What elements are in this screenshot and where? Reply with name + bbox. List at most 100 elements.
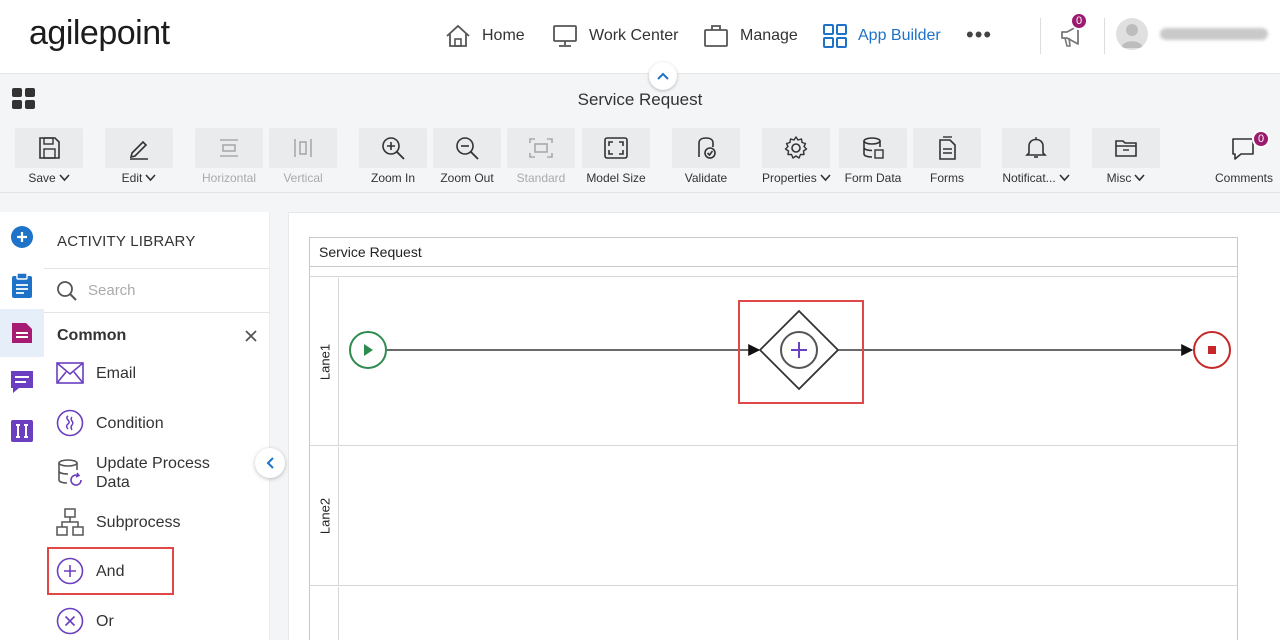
toolbar: Save Edit Horizontal Vertical Zoom In Zo… <box>0 121 1280 193</box>
nav-home-label: Home <box>482 27 525 44</box>
zoom-out-icon <box>433 128 501 168</box>
collapse-library-button[interactable] <box>255 448 285 478</box>
and-activity-highlight <box>47 547 174 595</box>
user-menu[interactable] <box>1116 18 1280 50</box>
form-data-button[interactable]: Form Data <box>839 128 907 185</box>
process-canvas[interactable]: Service Request Lane1 Lane2 <box>288 212 1280 640</box>
nav-manage-label: Manage <box>740 27 798 44</box>
zoom-in-button[interactable]: Zoom In <box>359 128 427 185</box>
agilepoint-logo[interactable]: agilepoint <box>29 14 170 53</box>
chevron-down-icon <box>59 174 70 182</box>
zoom-in-label: Zoom In <box>370 171 415 185</box>
chevron-down-icon <box>1059 174 1070 182</box>
activity-subprocess-label: Subprocess <box>96 513 181 531</box>
save-button[interactable]: Save <box>15 128 83 185</box>
notifications-button[interactable]: 0 <box>1058 12 1088 52</box>
clipboard-icon[interactable] <box>6 270 38 302</box>
lane-3[interactable] <box>310 587 1237 640</box>
stop-icon <box>1208 346 1216 354</box>
misc-button[interactable]: Misc <box>1092 128 1160 185</box>
activity-update-process-data-label: Update Process Data <box>96 455 210 491</box>
validate-button[interactable]: Validate <box>672 128 740 185</box>
group-common-header[interactable]: Common <box>57 327 126 345</box>
comments-button[interactable]: 0 Comments <box>1210 128 1278 185</box>
activity-email[interactable]: Email <box>56 359 226 387</box>
start-event[interactable] <box>349 331 387 369</box>
model-size-icon <box>582 128 650 168</box>
chevron-left-icon <box>265 456 275 470</box>
add-circle-icon[interactable] <box>6 221 38 253</box>
search-icon <box>56 280 78 302</box>
divider <box>1040 18 1041 54</box>
briefcase-icon <box>702 23 730 49</box>
library-search <box>44 269 270 313</box>
integration-icon[interactable] <box>6 415 38 447</box>
page-title: Service Request <box>577 90 703 109</box>
title-bar: Service Request <box>0 75 1280 121</box>
activity-condition-label: Condition <box>96 414 164 432</box>
app-builder-grid-icon <box>822 23 848 49</box>
zoom-in-icon <box>359 128 427 168</box>
standard-button[interactable]: Standard <box>507 128 575 185</box>
forms-label: Forms <box>930 171 964 185</box>
comments-label: Comments <box>1214 171 1273 185</box>
zoom-out-button[interactable]: Zoom Out <box>433 128 501 185</box>
user-name-blurred <box>1160 28 1268 40</box>
save-icon <box>15 128 83 168</box>
gateway-selection-highlight <box>738 300 864 404</box>
model-size-button[interactable]: Model Size <box>582 128 650 185</box>
comments-badge: 0 <box>1252 130 1270 148</box>
lane-2-header: Lane2 <box>310 447 339 585</box>
notifications-toolbar-button[interactable]: Notificat... <box>1002 128 1070 185</box>
activity-library-title: ACTIVITY LIBRARY <box>57 233 196 250</box>
activity-update-process-data[interactable]: Update Process Data <box>56 454 226 492</box>
save-label: Save <box>28 171 56 185</box>
notifications-badge: 0 <box>1070 12 1088 30</box>
forms-button[interactable]: Forms <box>913 128 981 185</box>
vertical-layout-icon <box>269 128 337 168</box>
pool[interactable]: Service Request Lane1 Lane2 <box>309 237 1238 640</box>
folder-icon <box>1092 128 1160 168</box>
chat-icon[interactable] <box>6 366 38 398</box>
notifications-label: Notificat... <box>1002 171 1056 185</box>
more-menu-icon[interactable]: ••• <box>966 22 992 48</box>
activity-subprocess[interactable]: Subprocess <box>56 508 226 536</box>
misc-label: Misc <box>1106 171 1132 185</box>
form-data-label: Form Data <box>844 171 902 185</box>
vertical-button[interactable]: Vertical <box>269 128 337 185</box>
standard-label: Standard <box>516 171 566 185</box>
forms-rail-icon[interactable] <box>0 309 44 357</box>
vertical-label: Vertical <box>283 171 323 185</box>
edit-button[interactable]: Edit <box>105 128 173 185</box>
zoom-out-label: Zoom Out <box>440 171 494 185</box>
email-icon <box>56 359 84 387</box>
activity-condition[interactable]: Condition <box>56 409 226 437</box>
activity-or[interactable]: Or <box>56 607 226 635</box>
home-icon <box>444 23 472 49</box>
search-input[interactable] <box>88 282 248 299</box>
properties-button[interactable]: Properties <box>762 128 831 185</box>
edit-label: Edit <box>121 171 143 185</box>
comment-icon: 0 <box>1210 128 1278 168</box>
standard-size-icon <box>507 128 575 168</box>
divider <box>1104 18 1105 54</box>
lane-3-header <box>310 587 339 640</box>
x-circle-icon <box>56 607 84 635</box>
pencil-icon <box>105 128 173 168</box>
nav-app-builder[interactable]: App Builder <box>822 20 941 52</box>
nav-manage[interactable]: Manage <box>702 20 798 52</box>
activity-or-label: Or <box>96 612 114 630</box>
horizontal-button[interactable]: Horizontal <box>195 128 263 185</box>
close-icon[interactable] <box>244 329 258 343</box>
properties-label: Properties <box>762 171 817 185</box>
monitor-icon <box>551 23 579 49</box>
collapse-header-button[interactable] <box>649 62 677 90</box>
lane-2[interactable]: Lane2 <box>310 447 1237 586</box>
activity-email-label: Email <box>96 364 137 382</box>
bell-icon <box>1002 128 1070 168</box>
end-event[interactable] <box>1193 331 1231 369</box>
nav-work-center[interactable]: Work Center <box>551 20 679 52</box>
top-navigation: agilepoint Home Work Center Manage App B… <box>0 0 1280 74</box>
database-refresh-icon <box>56 459 84 487</box>
nav-home[interactable]: Home <box>444 20 525 52</box>
